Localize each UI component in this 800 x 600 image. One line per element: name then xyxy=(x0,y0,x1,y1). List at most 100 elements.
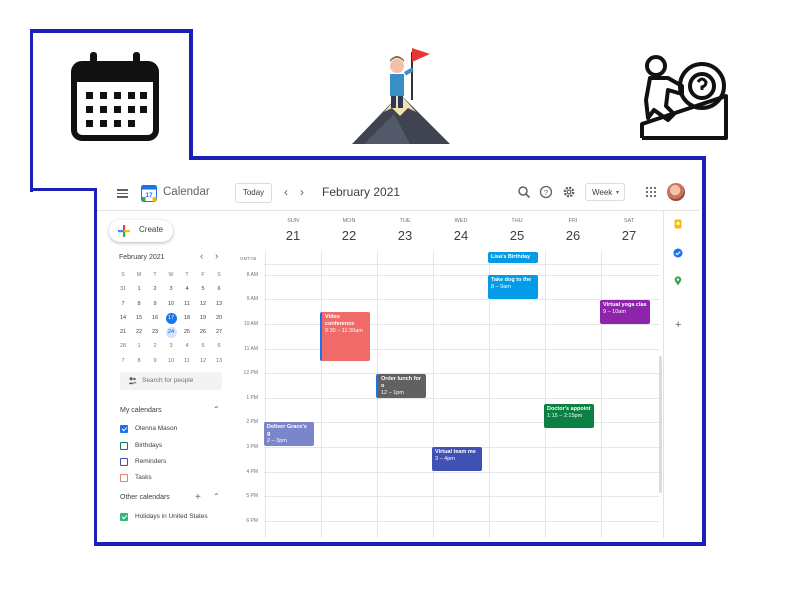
checkbox[interactable] xyxy=(120,425,128,433)
mini-day[interactable]: 8 xyxy=(131,354,147,368)
mini-day[interactable]: 11 xyxy=(179,297,195,311)
event-doctors-appointment[interactable]: Doctor's appoint 1:15 – 2:15pm xyxy=(544,404,594,428)
scrollbar[interactable] xyxy=(659,356,662,493)
day-number[interactable]: 23 xyxy=(377,228,433,243)
event-virtual-team-meeting[interactable]: Virtual team me 3 – 4pm xyxy=(432,447,482,471)
mini-day[interactable]: 2 xyxy=(147,339,163,353)
mini-day[interactable]: 7 xyxy=(115,354,131,368)
mini-prev-icon[interactable]: ‹ xyxy=(200,251,203,262)
settings-gear-icon[interactable] xyxy=(562,185,576,199)
mini-day[interactable]: 15 xyxy=(131,311,147,325)
mini-day[interactable]: 8 xyxy=(131,297,147,311)
day-header-thu[interactable]: THU 25 xyxy=(489,218,545,243)
search-icon[interactable] xyxy=(517,185,531,199)
maps-pin-icon[interactable] xyxy=(673,276,683,286)
my-calendars-title[interactable]: My calendars xyxy=(120,407,162,414)
day-number[interactable]: 27 xyxy=(601,228,657,243)
mini-day[interactable]: 27 xyxy=(211,325,227,339)
event-virtual-yoga[interactable]: Virtual yoga clas 9 – 10am xyxy=(600,300,650,324)
mini-day[interactable]: 6 xyxy=(211,339,227,353)
day-header-wed[interactable]: WED 24 xyxy=(433,218,489,243)
mini-day[interactable]: 28 xyxy=(115,339,131,353)
mini-day[interactable]: 22 xyxy=(131,325,147,339)
day-number[interactable]: 22 xyxy=(321,228,377,243)
other-calendars-title[interactable]: Other calendars xyxy=(120,494,170,501)
mini-next-icon[interactable]: › xyxy=(215,251,218,262)
mini-day[interactable]: 9 xyxy=(147,297,163,311)
mini-day[interactable]: 13 xyxy=(211,297,227,311)
mini-day[interactable]: 5 xyxy=(195,339,211,353)
checkbox[interactable] xyxy=(120,513,128,521)
add-addon-icon[interactable]: + xyxy=(675,319,681,331)
day-header-sun[interactable]: SUN 21 xyxy=(265,218,321,243)
event-order-lunch[interactable]: Order lunch for o 12 – 1pm xyxy=(376,374,426,398)
mini-day[interactable]: 1 xyxy=(131,282,147,296)
event-take-dog[interactable]: Take dog to the 8 – 9am xyxy=(488,275,538,299)
mini-day-number: 18 xyxy=(183,314,191,321)
event-video-conference[interactable]: Video conference 9:30 – 11:30am xyxy=(320,312,370,361)
search-people-input[interactable]: Search for people xyxy=(120,372,222,390)
avatar[interactable] xyxy=(667,183,685,201)
day-header-mon[interactable]: MON 22 xyxy=(321,218,377,243)
day-number[interactable]: 21 xyxy=(265,228,321,243)
mini-day[interactable]: 9 xyxy=(147,354,163,368)
day-header-fri[interactable]: FRI 26 xyxy=(545,218,601,243)
mini-day[interactable]: 10 xyxy=(163,297,179,311)
mini-day[interactable]: 10 xyxy=(163,354,179,368)
mini-day-number: 27 xyxy=(215,329,223,336)
mini-day[interactable]: 6 xyxy=(211,282,227,296)
create-button[interactable]: Create xyxy=(109,220,173,242)
add-calendar-icon[interactable]: + xyxy=(195,492,201,503)
mini-day[interactable]: 26 xyxy=(195,325,211,339)
all-day-divider xyxy=(264,264,659,265)
mini-day[interactable]: 18 xyxy=(179,311,195,325)
mini-day[interactable]: 24 xyxy=(163,325,179,339)
mini-day[interactable]: 5 xyxy=(195,282,211,296)
day-header-tue[interactable]: TUE 23 xyxy=(377,218,433,243)
tasks-icon[interactable] xyxy=(673,248,683,258)
hamburger-icon[interactable] xyxy=(117,189,128,198)
checkbox[interactable] xyxy=(120,442,128,450)
mini-day[interactable]: 4 xyxy=(179,282,195,296)
event-deliver-grace[interactable]: Deliver Grace's g 2 – 3pm xyxy=(264,422,314,446)
mini-day[interactable]: 21 xyxy=(115,325,131,339)
mini-day[interactable]: 3 xyxy=(163,339,179,353)
mini-day[interactable]: 7 xyxy=(115,297,131,311)
mini-day[interactable]: 12 xyxy=(195,297,211,311)
mini-day[interactable]: 20 xyxy=(211,311,227,325)
mini-day[interactable]: 2 xyxy=(147,282,163,296)
mini-day-number: 6 xyxy=(217,286,221,293)
prev-week-icon[interactable]: ‹ xyxy=(284,185,288,199)
mini-day-number: 20 xyxy=(215,314,223,321)
mini-day[interactable]: 13 xyxy=(211,354,227,368)
checkbox[interactable] xyxy=(120,458,128,466)
help-icon[interactable]: ? xyxy=(539,185,553,199)
mini-day[interactable]: 23 xyxy=(147,325,163,339)
mini-day[interactable]: 17 xyxy=(163,311,179,325)
view-select[interactable]: Week ▾ xyxy=(585,183,625,201)
checkbox[interactable] xyxy=(120,474,128,482)
mini-day[interactable]: 25 xyxy=(179,325,195,339)
day-header-sat[interactable]: SAT 27 xyxy=(601,218,657,243)
mini-day[interactable]: 19 xyxy=(195,311,211,325)
day-number[interactable]: 25 xyxy=(489,228,545,243)
apps-grid-icon[interactable] xyxy=(645,186,657,198)
day-number[interactable]: 24 xyxy=(433,228,489,243)
event-lisas-birthday[interactable]: Lisa's Birthday xyxy=(488,252,538,263)
next-week-icon[interactable]: › xyxy=(300,185,304,199)
mini-day[interactable]: 31 xyxy=(115,282,131,296)
mini-day[interactable]: 3 xyxy=(163,282,179,296)
mini-day[interactable]: 11 xyxy=(179,354,195,368)
mini-day[interactable]: 1 xyxy=(131,339,147,353)
day-number[interactable]: 26 xyxy=(545,228,601,243)
mini-day[interactable]: 14 xyxy=(115,311,131,325)
calendar-item-label: Tasks xyxy=(135,474,152,481)
today-button[interactable]: Today xyxy=(235,183,272,203)
mini-day[interactable]: 4 xyxy=(179,339,195,353)
mini-day[interactable]: 12 xyxy=(195,354,211,368)
keep-notes-icon[interactable] xyxy=(673,219,683,229)
mini-day[interactable]: 16 xyxy=(147,311,163,325)
chevron-up-icon[interactable]: ⌃ xyxy=(213,492,220,501)
chevron-up-icon[interactable]: ⌃ xyxy=(213,405,220,414)
mini-day-number: 16 xyxy=(151,314,159,321)
